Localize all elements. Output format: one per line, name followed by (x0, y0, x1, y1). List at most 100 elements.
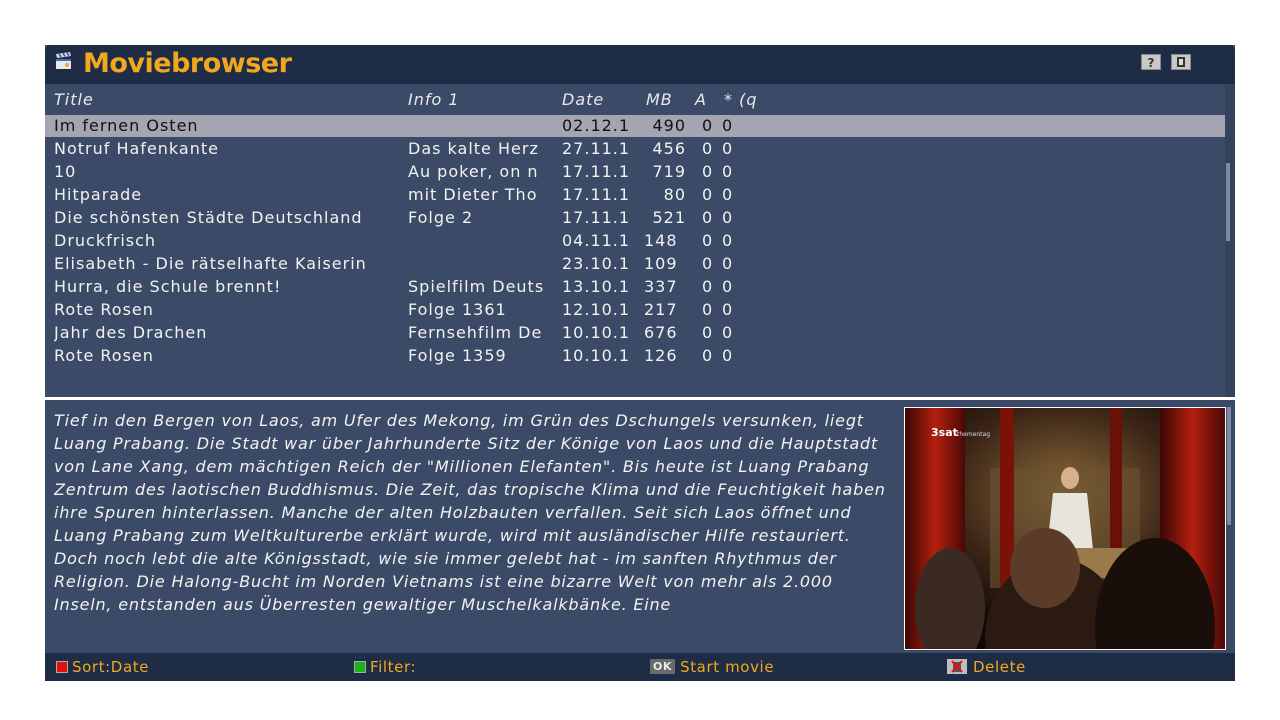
start-movie-label: Start movie (680, 658, 775, 676)
movie-title: Hurra, die Schule brennt! (54, 277, 282, 296)
thumbnail-picture: 3sat thementag (905, 408, 1225, 649)
movie-audio: 0 (702, 300, 714, 319)
movie-quality: 0 (722, 231, 734, 250)
column-header-mb[interactable]: MB (646, 90, 673, 109)
movie-size: 148 (644, 231, 678, 250)
document-icon (1177, 57, 1185, 67)
column-header-title[interactable]: Title (54, 90, 94, 109)
movie-title: Hitparade (54, 185, 143, 204)
movie-date: 27.11.1 (562, 139, 631, 158)
movie-row[interactable]: Rote Rosen Folge 1361 12.10.1 217 0 0 (45, 299, 1225, 321)
movie-row[interactable]: Notruf Hafenkante Das kalte Herz 27.11.1… (45, 138, 1225, 160)
movie-date: 13.10.1 (562, 277, 631, 296)
movie-date: 17.11.1 (562, 208, 631, 227)
movie-date: 23.10.1 (562, 254, 631, 273)
channel-sub-logo: thementag (957, 431, 990, 438)
movie-size: 217 (644, 300, 678, 319)
movie-row[interactable]: Hitparade mit Dieter Tho 17.11.1 80 0 0 (45, 184, 1225, 206)
column-header-row: Title Info 1 Date MB A * (q (45, 84, 1225, 114)
movie-quality: 0 (722, 116, 734, 135)
movie-info: Folge 1361 (408, 300, 507, 319)
movie-title: Druckfrisch (54, 231, 157, 250)
red-key-icon (56, 660, 68, 673)
movie-quality: 0 (722, 139, 734, 158)
movie-row[interactable]: Die schönsten Städte Deutschland Folge 2… (45, 207, 1225, 229)
filter-button[interactable]: Filter: (354, 658, 416, 676)
column-header-info[interactable]: Info 1 (408, 90, 460, 109)
movie-quality: 0 (722, 185, 734, 204)
movie-size: 109 (644, 254, 678, 273)
movie-row[interactable]: Hurra, die Schule brennt! Spielfilm Deut… (45, 276, 1225, 298)
movie-row[interactable]: 10 Au poker, on n 17.11.1 719 0 0 (45, 161, 1225, 183)
moviebrowser-window: Moviebrowser ? Title Info 1 Date MB A * … (45, 45, 1235, 681)
movie-size: 719 (652, 162, 686, 181)
movie-title: Rote Rosen (54, 346, 154, 365)
movie-title: 10 (54, 162, 77, 181)
movie-size: 337 (644, 277, 678, 296)
movie-info: mit Dieter Tho (408, 185, 538, 204)
movie-date: 17.11.1 (562, 185, 631, 204)
movie-title: Im fernen Osten (54, 116, 199, 135)
movie-size: 676 (644, 323, 678, 342)
description-scrollbar-thumb[interactable] (1227, 407, 1231, 525)
movie-size: 126 (644, 346, 678, 365)
column-header-a[interactable]: A (695, 90, 707, 109)
filter-label: Filter: (370, 658, 417, 676)
sort-button[interactable]: Sort:Date (56, 658, 149, 676)
movie-audio: 0 (702, 116, 714, 135)
movie-audio: 0 (702, 139, 714, 158)
movie-row[interactable]: Elisabeth - Die rätselhafte Kaiserin 23.… (45, 253, 1225, 275)
app-title: Moviebrowser (83, 48, 292, 79)
movie-quality: 0 (722, 277, 734, 296)
movie-list: Im fernen Osten 02.12.1 490 0 0 Notruf H… (45, 115, 1225, 397)
movie-audio: 0 (702, 185, 714, 204)
movie-info: Fernsehfilm De (408, 323, 543, 342)
movie-date: 12.10.1 (562, 300, 631, 319)
movie-thumbnail: 3sat thementag (904, 407, 1226, 650)
movie-info: Folge 1359 (408, 346, 507, 365)
divider (45, 397, 1235, 400)
movie-quality: 0 (722, 162, 734, 181)
movie-row[interactable]: Jahr des Drachen Fernsehfilm De 10.10.1 … (45, 322, 1225, 344)
movie-info: Au poker, on n (408, 162, 539, 181)
delete-key-icon (947, 659, 967, 674)
movie-info: Folge 2 (408, 208, 474, 227)
ok-key-icon: OK (650, 659, 676, 674)
movie-quality: 0 (722, 254, 734, 273)
movie-audio: 0 (702, 254, 714, 273)
movie-date: 04.11.1 (562, 231, 631, 250)
column-header-date[interactable]: Date (562, 90, 604, 109)
movie-quality: 0 (722, 300, 734, 319)
movie-size: 80 (663, 185, 686, 204)
movie-audio: 0 (702, 162, 714, 181)
movie-audio: 0 (702, 208, 714, 227)
delete-button[interactable]: Delete (947, 658, 1026, 676)
movie-size: 490 (652, 116, 686, 135)
movie-info: Das kalte Herz (408, 139, 539, 158)
channel-logo: 3sat (931, 426, 958, 439)
movie-audio: 0 (702, 277, 714, 296)
list-scrollbar-thumb[interactable] (1226, 163, 1230, 241)
column-header-q[interactable]: * (q (724, 90, 757, 109)
movie-quality: 0 (722, 346, 734, 365)
movie-row[interactable]: Rote Rosen Folge 1359 10.10.1 126 0 0 (45, 345, 1225, 367)
green-key-icon (354, 660, 366, 673)
clapperboard-icon (56, 52, 71, 69)
start-movie-button[interactable]: OK Start movie (650, 658, 774, 676)
movie-audio: 0 (702, 231, 714, 250)
movie-title: Jahr des Drachen (54, 323, 208, 342)
help-button[interactable]: ? (1141, 54, 1161, 70)
movie-title: Die schönsten Städte Deutschland (54, 208, 363, 227)
movie-audio: 0 (702, 346, 714, 365)
movie-title: Rote Rosen (54, 300, 154, 319)
movie-quality: 0 (722, 323, 734, 342)
movie-date: 02.12.1 (562, 116, 631, 135)
movie-title: Elisabeth - Die rätselhafte Kaiserin (54, 254, 367, 273)
movie-quality: 0 (722, 208, 734, 227)
movie-row[interactable]: Im fernen Osten 02.12.1 490 0 0 (45, 115, 1225, 137)
movie-row[interactable]: Druckfrisch 04.11.1 148 0 0 (45, 230, 1225, 252)
movie-size: 456 (652, 139, 686, 158)
movie-date: 10.10.1 (562, 323, 631, 342)
info-button[interactable] (1171, 54, 1191, 70)
movie-audio: 0 (702, 323, 714, 342)
